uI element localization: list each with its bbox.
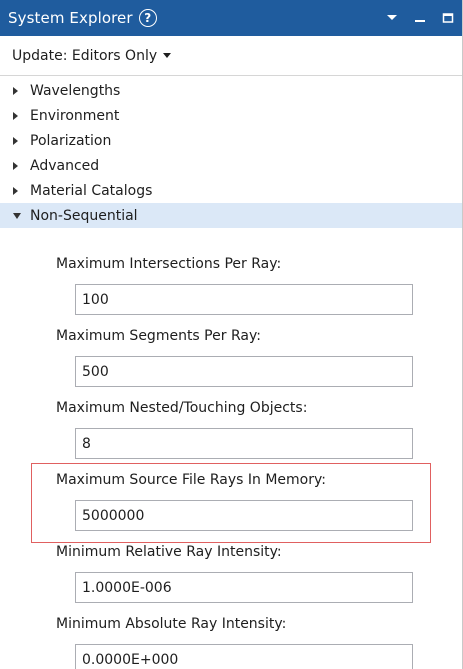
minimize-icon[interactable] (413, 11, 427, 25)
update-mode-dropdown[interactable]: Update: Editors Only (0, 36, 462, 76)
field-label: Maximum Segments Per Ray: (56, 328, 261, 344)
caret-down-icon (163, 51, 172, 61)
help-icon[interactable]: ? (138, 9, 157, 27)
max-intersections-input[interactable] (75, 284, 413, 315)
expand-arrow-icon[interactable] (12, 86, 30, 96)
window-title: System Explorer (8, 9, 133, 27)
tree-item-label: Wavelengths (30, 82, 121, 99)
min-absolute-intensity-input[interactable] (75, 644, 413, 669)
expand-arrow-icon[interactable] (12, 161, 30, 171)
title-bar: System Explorer ? (0, 0, 462, 36)
dropdown-arrow-icon[interactable] (385, 11, 399, 25)
tree-item-wavelengths[interactable]: Wavelengths (0, 78, 462, 103)
system-explorer-panel: System Explorer ? Update: Editors Only W… (0, 0, 463, 669)
tree-item-polarization[interactable]: Polarization (0, 128, 462, 153)
update-mode-label: Update: Editors Only (12, 47, 158, 64)
tree-item-label: Polarization (30, 132, 112, 149)
tree-item-environment[interactable]: Environment (0, 103, 462, 128)
field-max-nested-objects: Maximum Nested/Touching Objects: (0, 386, 462, 459)
tree-item-label: Non-Sequential (30, 207, 138, 224)
expand-arrow-icon[interactable] (12, 111, 30, 121)
expand-arrow-icon[interactable] (12, 186, 30, 196)
maximize-icon[interactable] (441, 11, 455, 25)
field-label: Maximum Nested/Touching Objects: (56, 400, 308, 416)
field-max-intersections: Maximum Intersections Per Ray: (0, 242, 462, 315)
settings-tree: Wavelengths Environment Polarization Adv… (0, 78, 462, 228)
min-relative-intensity-input[interactable] (75, 572, 413, 603)
field-min-absolute-intensity: Minimum Absolute Ray Intensity: (0, 602, 462, 669)
tree-item-material-catalogs[interactable]: Material Catalogs (0, 178, 462, 203)
expand-arrow-icon[interactable] (12, 136, 30, 146)
tree-item-label: Material Catalogs (30, 182, 153, 199)
tree-item-label: Environment (30, 107, 120, 124)
field-min-relative-intensity: Minimum Relative Ray Intensity: (0, 530, 462, 603)
max-source-file-rays-input[interactable] (75, 500, 413, 531)
field-max-segments: Maximum Segments Per Ray: (0, 314, 462, 387)
collapse-arrow-icon[interactable] (12, 212, 30, 220)
max-segments-input[interactable] (75, 356, 413, 387)
field-label: Maximum Source File Rays In Memory: (56, 472, 326, 488)
field-max-source-file-rays: Maximum Source File Rays In Memory: (0, 458, 462, 531)
field-label: Maximum Intersections Per Ray: (56, 256, 282, 272)
tree-item-advanced[interactable]: Advanced (0, 153, 462, 178)
field-label: Minimum Relative Ray Intensity: (56, 544, 282, 560)
tree-item-non-sequential[interactable]: Non-Sequential (0, 203, 462, 228)
non-sequential-settings: Maximum Intersections Per Ray: Maximum S… (0, 242, 462, 669)
max-nested-objects-input[interactable] (75, 428, 413, 459)
title-actions (385, 0, 455, 36)
tree-item-label: Advanced (30, 157, 100, 174)
field-label: Minimum Absolute Ray Intensity: (56, 616, 287, 632)
